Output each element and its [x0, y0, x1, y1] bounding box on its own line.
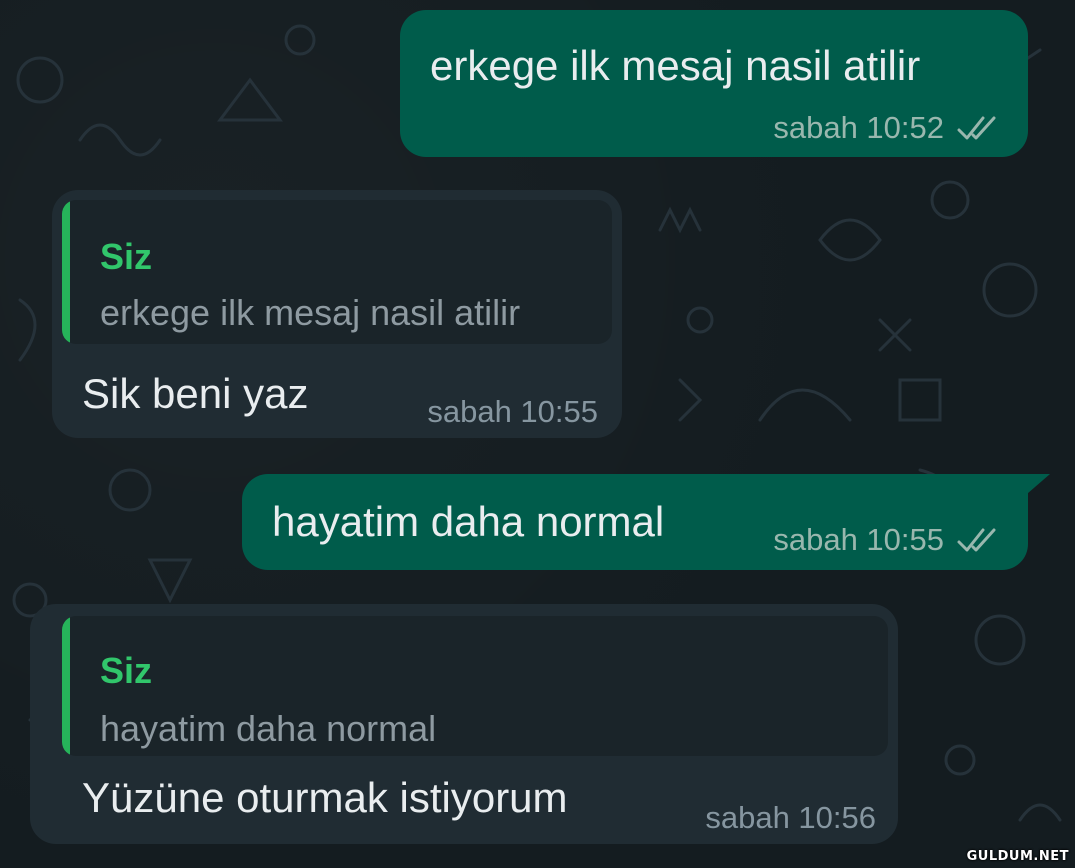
message-text: hayatim daha normal — [272, 498, 665, 545]
quote-author: Siz — [100, 236, 153, 277]
message-time: sabah 10:56 — [705, 800, 876, 835]
quoted-message[interactable]: Siz erkege ilk mesaj nasil atilir — [62, 200, 612, 344]
message-outgoing[interactable]: hayatim daha normal sabah 10:55 — [242, 474, 1028, 570]
message-time: sabah 10:52 — [773, 110, 944, 145]
message-text: Sik beni yaz — [82, 370, 309, 417]
message-text: erkege ilk mesaj nasil atilir — [430, 42, 921, 89]
double-check-icon — [957, 528, 996, 552]
quote-accent-bar — [62, 200, 70, 344]
quoted-message[interactable]: Siz hayatim daha normal — [62, 616, 888, 756]
message-outgoing[interactable]: erkege ilk mesaj nasil atilir sabah 10:5… — [400, 10, 1028, 157]
quote-text: hayatim daha normal — [100, 708, 437, 749]
site-watermark: GULDUM.NET — [966, 849, 1069, 864]
message-time: sabah 10:55 — [773, 522, 944, 557]
quote-author: Siz — [100, 650, 153, 691]
message-meta: sabah 10:55 — [427, 394, 598, 430]
message-meta: sabah 10:55 — [773, 522, 1000, 558]
message-meta: sabah 10:56 — [705, 800, 876, 836]
message-incoming[interactable]: Siz hayatim daha normal Yüzüne oturmak i… — [30, 604, 898, 844]
message-text: Yüzüne oturmak istiyorum — [82, 774, 568, 821]
message-time: sabah 10:55 — [427, 394, 598, 429]
message-incoming[interactable]: Siz erkege ilk mesaj nasil atilir Sik be… — [52, 190, 622, 438]
quote-accent-bar — [62, 616, 70, 756]
bubble-tail — [1020, 474, 1050, 500]
quote-text: erkege ilk mesaj nasil atilir — [100, 292, 521, 333]
message-meta: sabah 10:52 — [773, 110, 1000, 146]
double-check-icon — [957, 116, 996, 140]
